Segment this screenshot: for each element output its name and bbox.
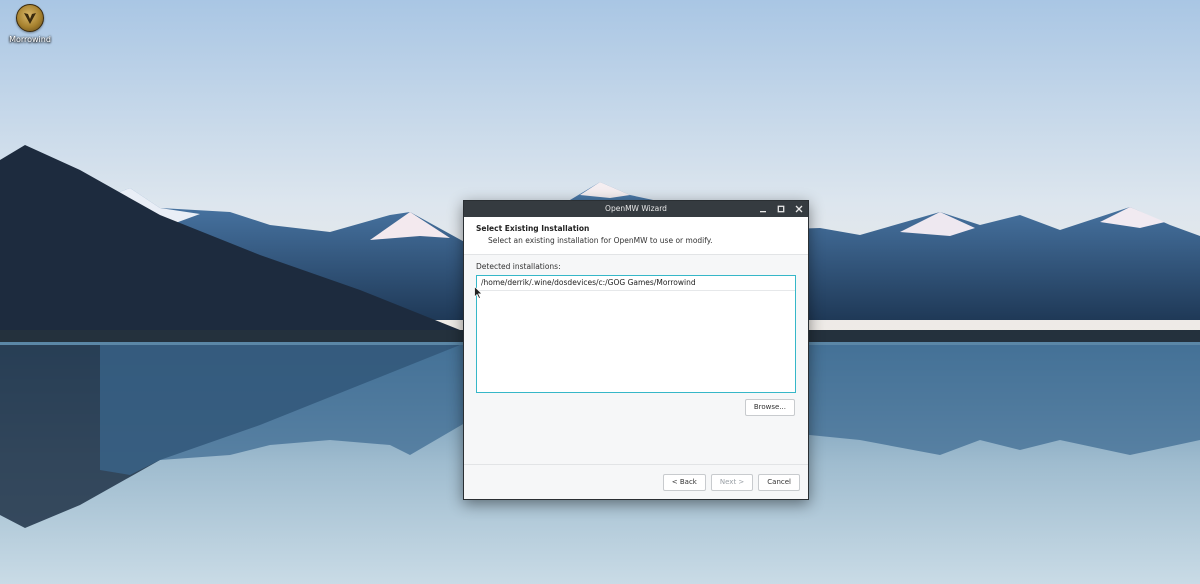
back-button[interactable]: < Back <box>662 473 706 491</box>
page-title: Select Existing Installation <box>476 224 590 233</box>
window-title: OpenMW Wizard <box>605 204 667 213</box>
minimize-icon[interactable] <box>758 204 768 214</box>
list-item[interactable]: /home/derrik/.wine/dosdevices/c:/GOG Gam… <box>477 276 795 291</box>
detected-installations-label: Detected installations: <box>476 262 561 271</box>
cancel-button[interactable]: Cancel <box>758 473 800 491</box>
wizard-footer: < Back Next > Cancel <box>464 464 808 499</box>
wizard-content: Detected installations: /home/derrik/.wi… <box>464 255 808 416</box>
wizard-page-header: Select Existing Installation Select an e… <box>464 217 808 255</box>
mouse-cursor-icon <box>474 286 483 299</box>
browse-button[interactable]: Browse... <box>744 399 795 416</box>
desktop-icon-label: Morrowind <box>9 35 51 44</box>
close-icon[interactable] <box>794 204 804 214</box>
window-titlebar[interactable]: OpenMW Wizard <box>464 201 808 217</box>
desktop-icon-morrowind[interactable]: Morrowind <box>6 4 54 44</box>
next-button[interactable]: Next > <box>710 473 754 491</box>
installations-list[interactable]: /home/derrik/.wine/dosdevices/c:/GOG Gam… <box>476 275 796 393</box>
maximize-icon[interactable] <box>776 204 786 214</box>
openmw-wizard-window: OpenMW Wizard Select Existing Installati… <box>463 200 809 500</box>
morrowind-app-icon <box>16 4 44 32</box>
page-subtitle: Select an existing installation for Open… <box>488 236 713 245</box>
window-controls <box>758 201 804 217</box>
